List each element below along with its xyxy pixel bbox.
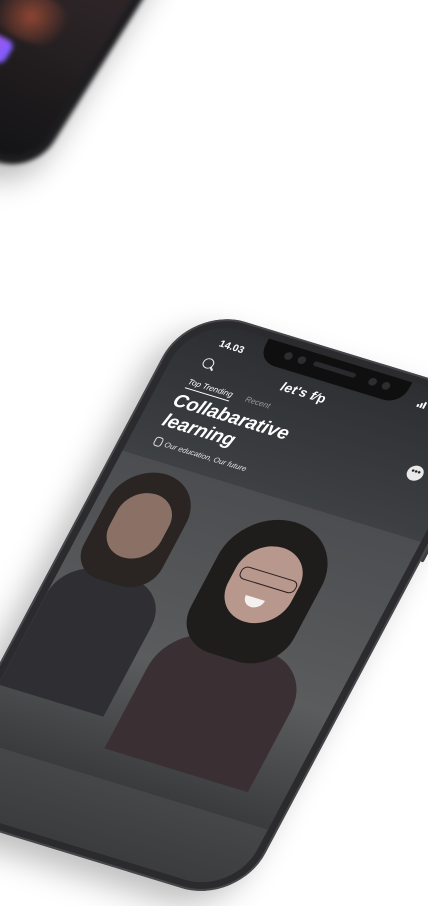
app-logo: let's f∕p: [278, 379, 329, 406]
main-phone: 14.03 ≈ let's f∕p Top Trending Recent Co…: [0, 305, 428, 906]
tab-recent[interactable]: Recent: [244, 395, 273, 411]
status-icons: ≈: [416, 398, 428, 417]
background-phone: [0, 0, 228, 179]
search-icon[interactable]: [200, 356, 217, 370]
signal-icon: [416, 399, 428, 409]
more-icon[interactable]: •••: [403, 463, 427, 483]
app-screen: 14.03 ≈ let's f∕p Top Trending Recent Co…: [0, 315, 428, 895]
status-time: 14.03: [216, 338, 246, 357]
background-video-blob: [0, 0, 86, 58]
phone-notch: [256, 337, 413, 405]
background-phone-screen: [0, 0, 216, 168]
